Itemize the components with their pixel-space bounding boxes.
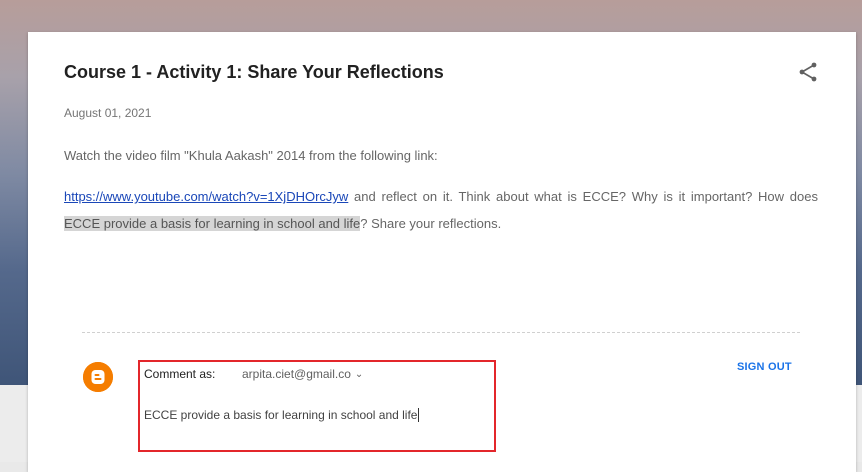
post-title: Course 1 - Activity 1: Share Your Reflec… — [64, 62, 444, 82]
comment-as-label: Comment as: — [144, 367, 216, 381]
post-paragraph-intro: Watch the video film "Khula Aakash" 2014… — [64, 148, 438, 163]
comments-divider — [82, 332, 800, 333]
post-paragraph-body: https://www.youtube.com/watch?v=1XjDHOrc… — [64, 183, 818, 237]
body-text-end: ? Share your reflections. — [360, 216, 502, 231]
post-date: August 01, 2021 — [64, 106, 152, 120]
post-card: Course 1 - Activity 1: Share Your Reflec… — [28, 32, 856, 472]
video-link[interactable]: https://www.youtube.com/watch?v=1XjDHOrc… — [64, 189, 348, 204]
account-selector[interactable]: arpita.ciet@gmail.co ⌄ — [242, 367, 363, 381]
share-icon[interactable] — [796, 60, 820, 84]
sign-out-button[interactable]: SIGN OUT — [737, 361, 792, 373]
comment-input[interactable]: ECCE provide a basis for learning in sch… — [144, 408, 420, 422]
body-text: and reflect on it. Think about what is E… — [348, 189, 818, 204]
comment-text: ECCE provide a basis for learning in sch… — [144, 408, 418, 422]
text-cursor — [418, 408, 420, 422]
blogger-icon — [83, 362, 113, 392]
account-email: arpita.ciet@gmail.co — [242, 367, 351, 381]
chevron-down-icon: ⌄ — [354, 369, 364, 380]
highlighted-text: ECCE provide a basis for learning in sch… — [64, 216, 361, 231]
